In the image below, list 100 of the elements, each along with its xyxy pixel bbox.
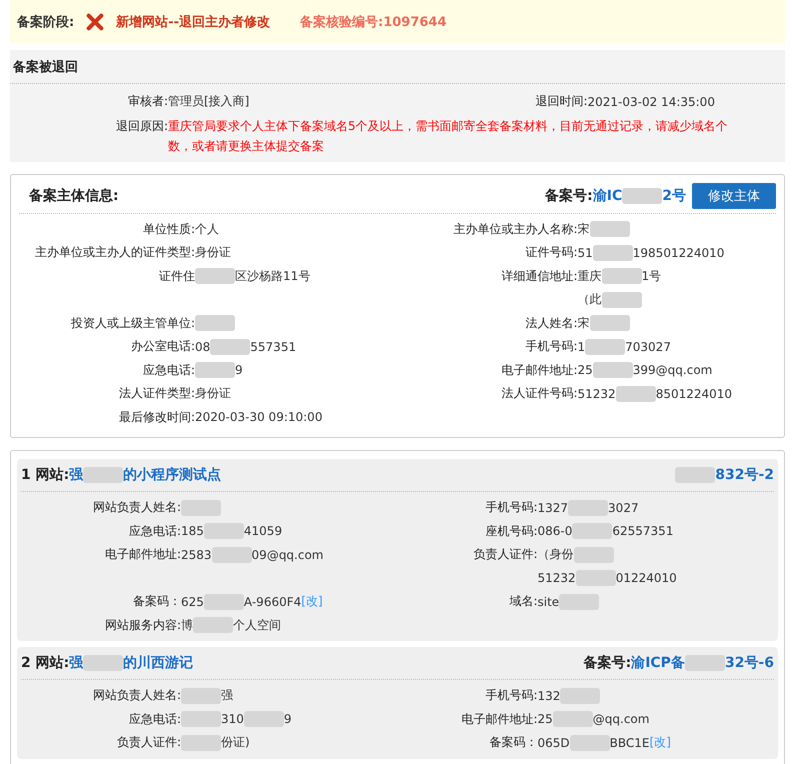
value-text: 博 [181, 616, 193, 634]
value-text: 重庆 [578, 268, 602, 285]
value-text: 身份证 [195, 244, 231, 262]
value-text: 2020-03-30 09:10:00 [195, 410, 322, 424]
redaction-blur [559, 594, 600, 610]
value-text: 01224010 [616, 571, 677, 586]
redaction-blur [210, 338, 250, 355]
field-label: 座机号码: [485, 524, 538, 538]
redaction-blur [195, 268, 235, 284]
field-label: 手机号码: [525, 339, 578, 354]
redaction-blur [622, 188, 662, 204]
card-title: 备案主体信息: [28, 187, 119, 205]
field-label: 域名: [509, 594, 538, 608]
redaction-blur [181, 734, 221, 751]
value-text: 2583 [181, 548, 212, 562]
value-text: 管理员[接入商] [168, 93, 250, 110]
value-text: 25 [538, 712, 553, 726]
redaction-blur [195, 315, 235, 332]
value-text: site [538, 594, 560, 609]
value-text: 区沙杨路11号 [235, 268, 310, 285]
field-label: 手机号码: [485, 688, 538, 702]
field-label: 应急电话: [128, 524, 181, 538]
field-label: 应急电话: [128, 712, 181, 726]
value-text: 065D [538, 736, 570, 750]
check-number: 备案核验编号:1097644 [300, 14, 447, 30]
value-text: 份证) [221, 734, 250, 752]
record-label: 备案号: [584, 654, 632, 672]
value-text: 41059 [244, 524, 282, 538]
value-text: 1 [578, 340, 586, 354]
value-text: 832号-2 [715, 466, 774, 484]
field-label: 手机号码: [485, 500, 538, 514]
redaction-blur [193, 617, 233, 634]
value-text: 25 [578, 363, 593, 378]
redaction-blur [204, 523, 244, 540]
redaction-blur [572, 523, 612, 540]
value-text: 09@qq.com [252, 548, 324, 562]
value-text: 62557351 [612, 524, 674, 538]
value-text: 宋 [578, 220, 590, 238]
edit-link[interactable]: [改] [650, 734, 671, 752]
field-label: 最后修改时间: [118, 410, 195, 424]
value-text: 个人空间 [233, 616, 281, 634]
field-label: 法人证件号码: [501, 386, 578, 400]
value-text: 强 [221, 687, 233, 704]
field-label: 单位性质: [142, 222, 195, 236]
value-text: 557351 [250, 340, 296, 354]
redaction-blur [590, 315, 630, 332]
field-label: 退回原因: [116, 118, 168, 132]
redaction-blur [552, 711, 593, 728]
value-text: （此 [578, 291, 602, 308]
field-label: 网站负责人姓名: [92, 500, 181, 514]
value-text: 185 [181, 524, 204, 538]
redaction-blur [585, 338, 626, 355]
field-label: 备案码： [490, 735, 538, 750]
redaction-blur [560, 688, 600, 704]
value-text: 9 [284, 712, 292, 726]
redaction-blur [83, 467, 124, 483]
value-text: 1号 [642, 268, 662, 285]
field-label: 备案码： [133, 594, 181, 608]
value-text: 086-0 [538, 524, 572, 538]
value-text: 51232 [578, 386, 616, 401]
value-text: BBC1E [610, 736, 650, 750]
value-text: 08 [195, 340, 210, 354]
redaction-blur [181, 500, 221, 516]
site-heading: 2 网站: [21, 654, 70, 672]
value-text: 强 [69, 466, 84, 484]
value-text: 2号 [662, 187, 686, 205]
field-label: 电子邮件地址: [104, 547, 181, 562]
value-text: 2021-03-02 14:35:00 [588, 94, 715, 109]
field-label: 负责人证件: [473, 547, 538, 562]
value-text: @qq.com [592, 712, 650, 726]
value-text: 的小程序测试点 [123, 466, 222, 484]
value-text: 625 [181, 594, 204, 609]
field-label: 负责人证件: [116, 735, 181, 750]
redaction-blur [675, 467, 716, 483]
field-label: 电子邮件地址: [461, 712, 538, 726]
value-text: （身份 [538, 546, 574, 564]
stage-label: 备案阶段: [17, 14, 74, 30]
value-text: 310 [221, 712, 244, 726]
value-text: 399@qq.com [632, 363, 712, 378]
value-text: 渝IC [592, 187, 622, 205]
redaction-blur [204, 594, 244, 610]
redaction-blur [181, 688, 221, 704]
edit-link[interactable]: [改] [301, 593, 323, 610]
field-label: 应急电话: [142, 362, 195, 377]
redaction-blur [568, 500, 608, 516]
value-text: 8501224010 [656, 386, 732, 401]
redaction-blur [590, 221, 630, 238]
value-text: 渝ICP备 [631, 654, 685, 672]
redaction-blur [195, 362, 235, 378]
value-text: 个人 [195, 220, 219, 238]
edit-subject-button[interactable]: 修改主体 [692, 183, 776, 209]
redaction-blur [181, 711, 221, 728]
stage-status: 新增网站--退回主办者修改 [116, 14, 270, 30]
field-label: 证件号码: [525, 245, 578, 260]
cross-icon [86, 12, 104, 30]
field-label: 投资人或上级主管单位: [70, 316, 195, 330]
value-text: 宋 [578, 314, 590, 332]
redaction-blur [570, 734, 610, 751]
field-label: 详细通信地址: [501, 268, 578, 283]
redaction-blur [244, 711, 284, 728]
